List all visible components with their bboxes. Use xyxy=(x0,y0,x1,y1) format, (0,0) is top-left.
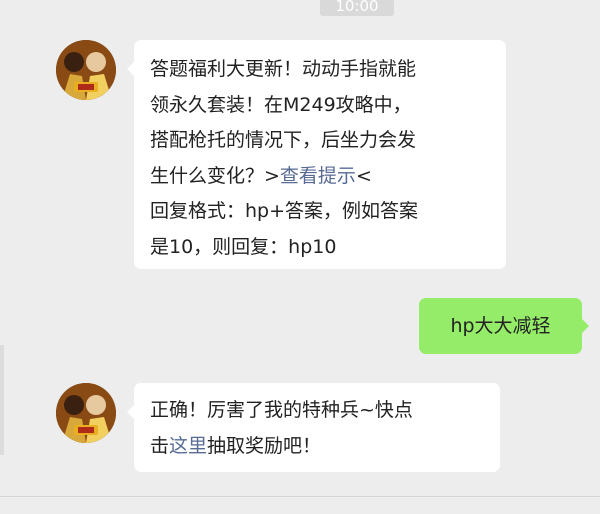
window-edge-divider xyxy=(0,345,4,455)
message-line: 答题福利大更新！动动手指就能 xyxy=(150,58,417,80)
message-line: 正确！厉害了我的特种兵~快点 xyxy=(150,399,413,421)
sender-avatar[interactable] xyxy=(56,383,116,443)
message-text: 抽取奖励吧！ xyxy=(207,434,322,457)
outgoing-message-bubble[interactable]: hp大大减轻 xyxy=(419,298,589,354)
message-text: < xyxy=(355,164,372,187)
incoming-message-bubble[interactable]: 正确！厉害了我的特种兵~快点 击这里抽取奖励吧！ xyxy=(127,383,500,472)
timestamp-label: 10:00 xyxy=(320,0,394,16)
message-line: 领永久套装！在M249攻略中， xyxy=(150,93,412,116)
message-text: 生什么变化？> xyxy=(150,164,280,187)
incoming-message-bubble[interactable]: 答题福利大更新！动动手指就能 领永久套装！在M249攻略中， 搭配枪托的情况下，… xyxy=(127,40,506,269)
message-line-with-link: 击这里抽取奖励吧！ xyxy=(150,429,484,465)
click-here-link[interactable]: 这里 xyxy=(169,435,207,457)
message-text: 击 xyxy=(150,434,170,457)
game-soldier-avatar-icon xyxy=(56,40,116,100)
view-hint-link[interactable]: 查看提示 xyxy=(280,165,356,187)
message-line-with-link: 生什么变化？>查看提示< xyxy=(150,159,490,195)
message-line: 搭配枪托的情况下，后坐力会发 xyxy=(150,129,417,151)
game-soldier-avatar-icon xyxy=(56,383,116,443)
message-text: hp大大减轻 xyxy=(450,315,551,337)
message-line: 是10，则回复：hp10 xyxy=(150,235,337,258)
message-line: 回复格式：hp+答案，例如答案 xyxy=(150,200,419,222)
input-area-divider xyxy=(0,496,600,497)
sender-avatar[interactable] xyxy=(56,40,116,100)
